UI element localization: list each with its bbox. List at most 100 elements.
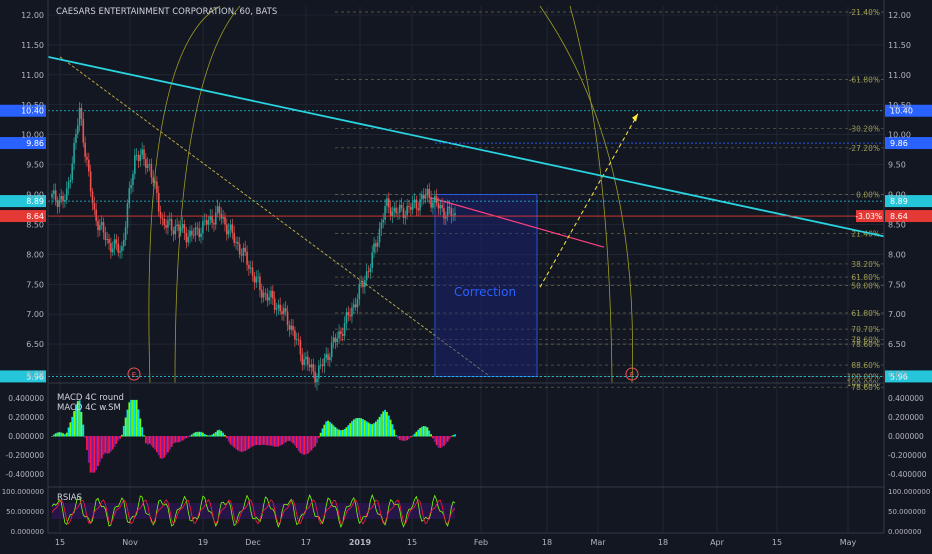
macd-bar: [303, 436, 306, 455]
candle-body: [424, 195, 427, 199]
macd-bar: [433, 436, 436, 442]
macd-bar: [284, 436, 287, 443]
candle-body: [448, 206, 451, 209]
macd-bar: [282, 436, 285, 444]
macd-bar: [100, 436, 103, 459]
candle-body: [336, 338, 339, 343]
price-tick-right: 10.00: [888, 131, 911, 140]
macd-bar: [376, 419, 379, 437]
candle-body: [422, 194, 425, 199]
macd-bar: [260, 436, 263, 445]
macd-bar: [113, 436, 116, 447]
macd-bar: [222, 432, 225, 437]
macd-bar: [428, 430, 431, 437]
macd-bar: [400, 436, 403, 441]
macd-bar: [275, 436, 278, 447]
candle-body: [148, 164, 151, 165]
macd-bar: [317, 436, 320, 439]
fib-label: -27.20%: [849, 144, 880, 153]
macd-bar: [170, 436, 173, 448]
candle-body: [364, 280, 366, 287]
macd-bar: [273, 436, 276, 447]
candle-body: [165, 225, 167, 228]
macd-bar: [211, 434, 213, 437]
candle-body: [198, 228, 201, 238]
macd-tick-left: 0.000000: [8, 432, 44, 441]
candle-body: [229, 224, 232, 231]
macd-bar: [121, 434, 123, 437]
macd-bar: [378, 416, 381, 437]
price-label-left: 9.86: [26, 139, 44, 148]
time-tick: 17: [301, 538, 311, 547]
macd-bar: [178, 436, 180, 443]
price-tick-right: 7.50: [888, 280, 906, 289]
candle-body: [97, 220, 99, 231]
macd-bar: [402, 436, 405, 441]
macd-bar: [316, 436, 318, 444]
macd-bar: [192, 433, 195, 437]
macd-bar: [306, 436, 309, 454]
candle-body: [426, 188, 429, 196]
candle-body: [196, 227, 199, 229]
macd-bar: [380, 413, 383, 437]
candle-body: [318, 365, 320, 379]
candle-body: [295, 339, 298, 341]
event-marker-letter: E: [132, 371, 136, 379]
macd-bar: [247, 436, 250, 449]
candle-body: [246, 251, 248, 265]
macd-bar: [176, 436, 179, 443]
candle-body: [275, 308, 278, 310]
macd-bar: [251, 436, 254, 447]
candle-body: [69, 179, 72, 183]
price-tick-left: 8.00: [26, 250, 44, 259]
candle-body: [439, 205, 442, 209]
macd-bar: [439, 436, 442, 448]
candle-body: [338, 331, 340, 339]
candle-body: [65, 188, 68, 201]
time-tick: Feb: [474, 538, 488, 547]
candle-body: [163, 218, 166, 226]
candle-body: [283, 308, 285, 315]
macd-bar: [216, 430, 219, 437]
price-tick-right: 9.50: [888, 161, 906, 170]
candle-body: [279, 304, 281, 312]
candle-body: [433, 196, 436, 203]
candle-body: [139, 154, 142, 161]
macd-bar: [330, 423, 333, 437]
rsi-tick-right: 50.000000: [888, 508, 926, 516]
candle-body: [398, 204, 401, 213]
macd-bar: [240, 436, 243, 452]
macd-bar: [172, 436, 175, 444]
fib-label: 38.20%: [851, 260, 880, 269]
candle-body: [400, 204, 403, 208]
candle-body: [176, 224, 178, 227]
candle-body: [299, 340, 302, 355]
candle-body: [238, 244, 241, 255]
macd-bar: [203, 434, 206, 437]
candle-body: [104, 232, 107, 240]
macd-bar: [343, 428, 346, 437]
candle-body: [281, 311, 283, 315]
candle-body: [325, 354, 327, 359]
macd-bar: [63, 434, 66, 437]
fib-label: -30.20%: [849, 125, 880, 134]
candle-body: [251, 267, 254, 276]
macd-bar: [165, 436, 167, 455]
macd-bar: [231, 436, 234, 446]
macd-bar: [141, 427, 144, 437]
macd-bar: [341, 429, 344, 437]
macd-bar: [157, 436, 160, 456]
macd-bar: [253, 436, 256, 446]
macd-bar: [382, 411, 385, 437]
price-tick-left: 10.00: [21, 131, 44, 140]
macd-bar: [122, 425, 125, 437]
candle-body: [393, 207, 396, 212]
macd-bar: [327, 420, 329, 437]
candle-body: [154, 181, 156, 183]
candle-body: [286, 311, 289, 326]
candle-body: [82, 119, 85, 143]
macd-bar: [314, 436, 317, 447]
candle-body: [200, 233, 202, 238]
candle-body: [444, 216, 447, 219]
candle-body: [161, 217, 164, 219]
